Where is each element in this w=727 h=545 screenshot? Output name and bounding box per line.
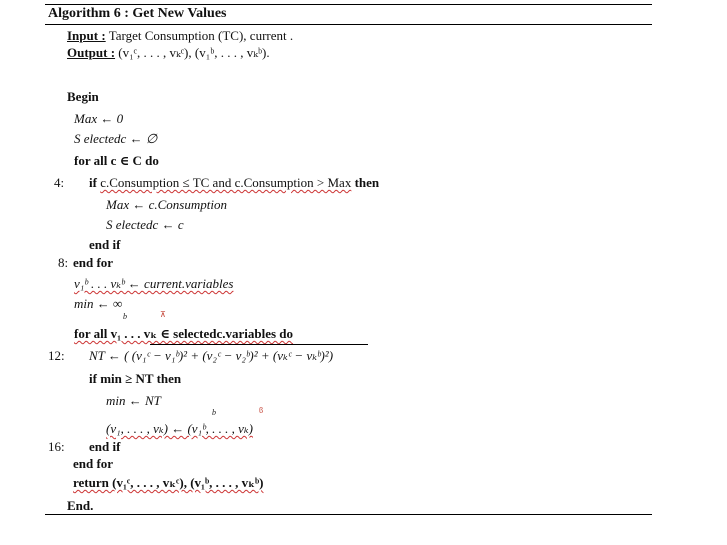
if-keyword: if [89,175,97,190]
if-min-line: if min ≥ NT then [89,371,182,386]
min-sub-b: b [123,312,127,321]
line-number-12: 12: [48,348,65,363]
input-label: Input : [67,28,106,43]
end-if-2-line: end if [89,439,121,454]
bottom-rule [45,514,652,515]
min-assign-line: min ← NT [106,393,161,408]
tuple-sup-b: b [212,408,216,417]
selected-init-line: S electedc ← ∅ [74,131,158,146]
return-line: return (v₁ᶜ, . . . , vₖᶜ), (v₁ᵇ, . . . ,… [73,475,264,491]
algorithm-title: Algorithm 6 : Get New Values [48,6,227,22]
end-line: End. [67,498,94,513]
line-number-16: 16: [48,439,65,454]
tuple-sup-mark: ϐ [259,406,264,415]
if-condition: c.Consumption ≤ TC and c.Consumption > M… [100,175,352,190]
vars-assign-text: v₁ᵇ . . . vₖᵇ ← current.variables [74,276,234,291]
line-number-8: 8: [58,255,69,270]
title-text: Algorithm 6 : Get New Values [48,6,227,21]
for-vars-line: for all v₁ . . . vₖ ∈ selectedc.variable… [74,326,293,342]
sqrt-overbar [150,344,368,345]
input-line: Input : Target Consumption (TC), current… [67,28,293,44]
output-text: (v₁ᶜ, . . . , vₖᶜ), (v₁ᵇ, . . . , vₖᵇ). [118,45,270,60]
end-for-2-line: end for [73,456,114,471]
nt-assign-line: NT ← ( (v₁ᶜ − v₁ᵇ)² + (v₂ᶜ − v₂ᵇ)² + (vₖ… [89,348,334,363]
return-text: return (v₁ᶜ, . . . , vₖᶜ), (v₁ᵇ, . . . ,… [73,475,264,490]
begin-line: Begin [67,89,99,104]
tuple-assign-text: (v₁, . . . , vₖ) ← (v₁ᵇ, . . . , vₖ) [106,421,253,436]
max-init-line: Max ← 0 [74,111,124,126]
selected-assign-line: S electedc ← c [106,217,184,232]
max-assign-line: Max ← c.Consumption [106,197,227,213]
end-if-1-line: end if [89,237,121,252]
for-c-line: for all c ∈ C do [74,153,159,168]
for-vars-text: for all v₁ . . . vₖ ∈ selectedc.variable… [74,326,294,341]
tuple-assign-line: (v₁, . . . , vₖ) ← (v₁ᵇ, . . . , vₖ) [106,421,253,437]
end-for-1-line: end for [73,255,114,270]
output-label: Output : [67,45,116,60]
title-rule [45,24,652,25]
input-text: Target Consumption (TC), current . [108,28,294,43]
min-init-line: min ← ∞ [74,296,123,311]
if-consumption-line: if c.Consumption ≤ TC and c.Consumption … [89,175,379,191]
top-rule [45,4,652,5]
output-line: Output : (v₁ᶜ, . . . , vₖᶜ), (v₁ᵇ, . . .… [67,45,270,61]
then-keyword: then [354,175,380,190]
max-assign-text: Max ← c.Consumption [106,197,227,212]
line-number-4: 4: [54,175,65,190]
min-sub-mark: ⊼ [160,310,166,319]
vars-assign-line: v₁ᵇ . . . vₖᵇ ← current.variables [74,276,233,292]
